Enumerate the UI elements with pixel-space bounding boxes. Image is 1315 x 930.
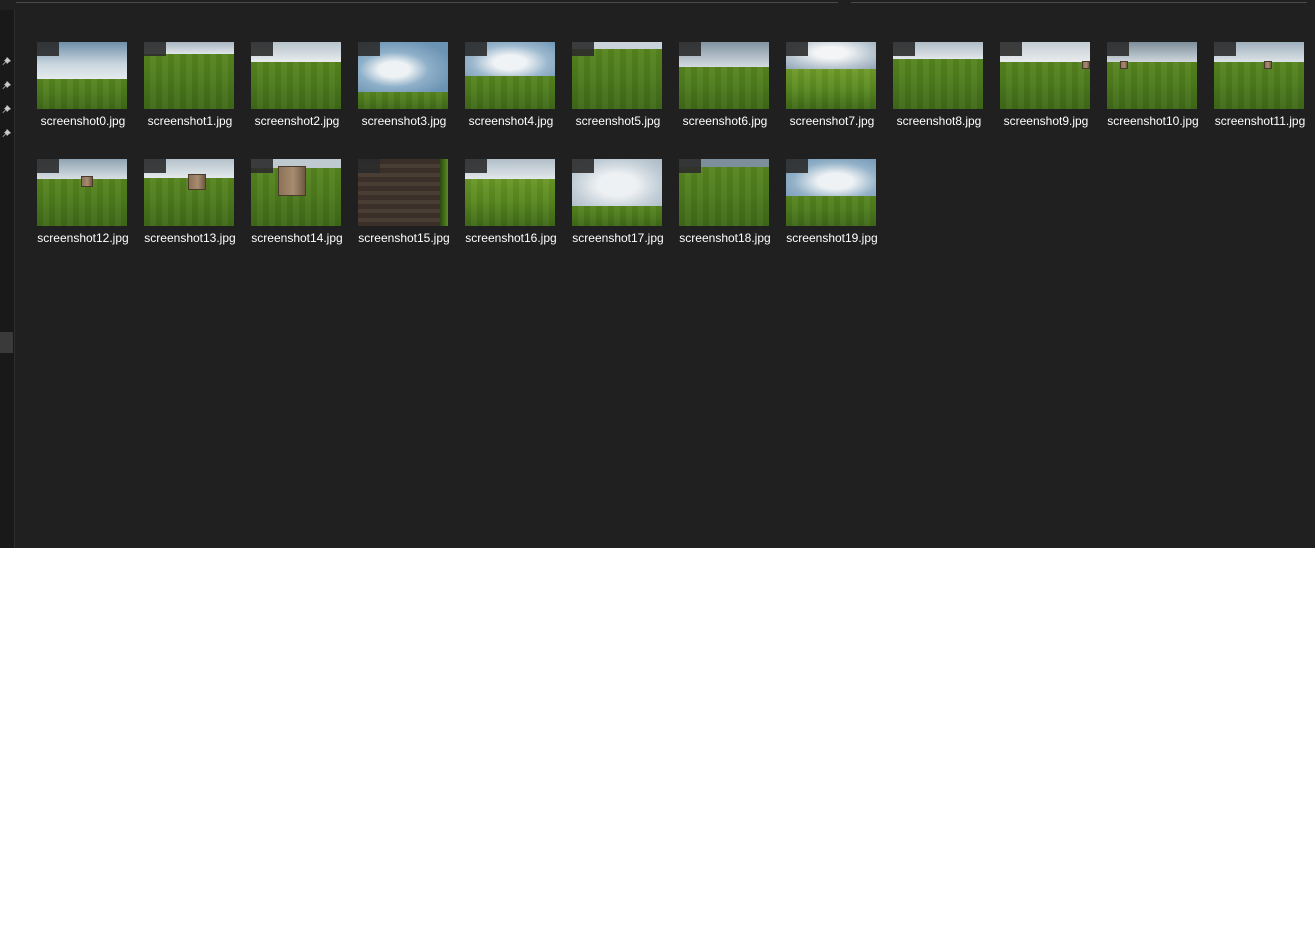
file-item[interactable]: screenshot6.jpg bbox=[663, 42, 769, 152]
search-box[interactable] bbox=[851, 0, 1307, 3]
file-item[interactable]: screenshot12.jpg bbox=[21, 159, 129, 269]
image-thumbnail bbox=[37, 42, 127, 109]
image-thumbnail bbox=[251, 42, 341, 109]
file-item[interactable]: screenshot13.jpg bbox=[128, 159, 236, 269]
pin-icon[interactable] bbox=[1, 80, 12, 91]
file-item[interactable]: screenshot17.jpg bbox=[556, 159, 664, 269]
image-thumbnail bbox=[679, 159, 769, 226]
image-thumbnail bbox=[465, 42, 555, 109]
image-thumbnail bbox=[465, 159, 555, 226]
file-item[interactable]: screenshot16.jpg bbox=[449, 159, 557, 269]
pin-icon[interactable] bbox=[1, 56, 12, 67]
address-bar[interactable] bbox=[16, 0, 838, 3]
pin-icon[interactable] bbox=[1, 128, 12, 139]
file-item[interactable]: screenshot0.jpg bbox=[21, 42, 127, 152]
image-thumbnail bbox=[1214, 42, 1304, 109]
file-name: screenshot11.jpg bbox=[1214, 114, 1306, 128]
image-thumbnail bbox=[144, 159, 234, 226]
image-thumbnail bbox=[679, 42, 769, 109]
image-thumbnail bbox=[786, 159, 876, 226]
file-item[interactable]: screenshot5.jpg bbox=[556, 42, 662, 152]
file-item[interactable]: screenshot7.jpg bbox=[770, 42, 876, 152]
file-item[interactable]: screenshot15.jpg bbox=[342, 159, 450, 269]
image-thumbnail bbox=[1107, 42, 1197, 109]
nav-selected-item[interactable] bbox=[0, 332, 13, 353]
file-explorer-window: screenshot0.jpg screenshot1.jpg screensh… bbox=[0, 0, 1315, 548]
image-thumbnail bbox=[572, 159, 662, 226]
image-thumbnail bbox=[358, 159, 448, 226]
navigation-pane bbox=[0, 10, 15, 548]
file-item[interactable]: screenshot11.jpg bbox=[1198, 42, 1305, 152]
image-thumbnail bbox=[358, 42, 448, 109]
file-item[interactable]: screenshot3.jpg bbox=[342, 42, 448, 152]
pin-icon[interactable] bbox=[1, 104, 12, 115]
file-item[interactable]: screenshot4.jpg bbox=[449, 42, 555, 152]
image-thumbnail bbox=[251, 159, 341, 226]
image-thumbnail bbox=[144, 42, 234, 109]
image-thumbnail bbox=[572, 42, 662, 109]
file-item[interactable]: screenshot2.jpg bbox=[235, 42, 341, 152]
file-item[interactable]: screenshot1.jpg bbox=[128, 42, 234, 152]
file-item[interactable]: screenshot18.jpg bbox=[663, 159, 771, 269]
image-thumbnail bbox=[893, 42, 983, 109]
image-thumbnail bbox=[1000, 42, 1090, 109]
image-thumbnail bbox=[786, 42, 876, 109]
blank-area bbox=[0, 548, 1315, 930]
file-item[interactable]: screenshot8.jpg bbox=[877, 42, 983, 152]
image-thumbnail bbox=[37, 159, 127, 226]
file-item[interactable]: screenshot14.jpg bbox=[235, 159, 343, 269]
file-item[interactable]: screenshot19.jpg bbox=[770, 159, 878, 269]
file-item[interactable]: screenshot10.jpg bbox=[1091, 42, 1199, 152]
file-name: screenshot19.jpg bbox=[786, 231, 878, 245]
file-item[interactable]: screenshot9.jpg bbox=[984, 42, 1090, 152]
